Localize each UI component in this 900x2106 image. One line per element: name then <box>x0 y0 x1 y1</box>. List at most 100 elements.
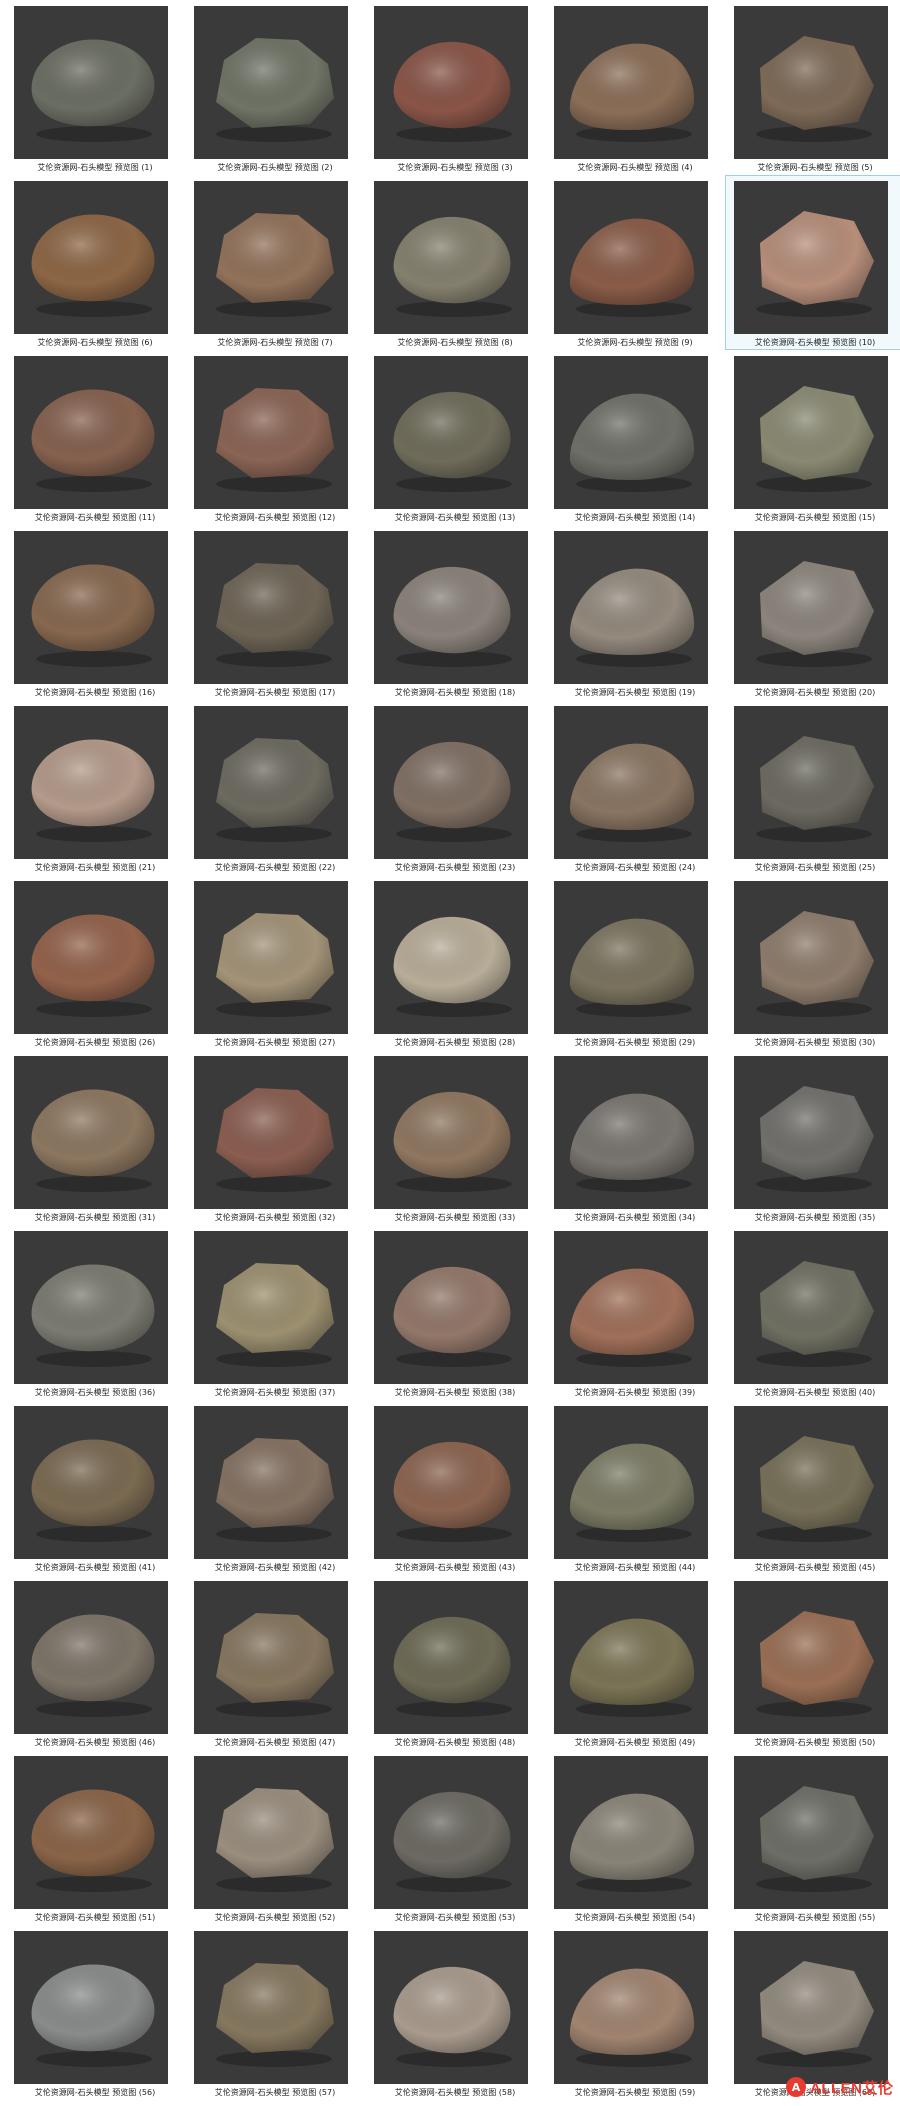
thumbnail-item[interactable]: 艾伦资源网-石头模型 预览图 (43) <box>365 1400 545 1575</box>
thumbnail-caption: 艾伦资源网-石头模型 预览图 (43) <box>394 1563 516 1572</box>
thumbnail-image <box>14 1406 168 1559</box>
thumbnail-item[interactable]: 艾伦资源网-石头模型 预览图 (38) <box>365 1225 545 1400</box>
thumbnail-caption: 艾伦资源网-石头模型 预览图 (55) <box>754 1913 876 1922</box>
thumbnail-item[interactable]: 艾伦资源网-石头模型 预览图 (49) <box>545 1575 725 1750</box>
thumbnail-item[interactable]: 艾伦资源网-石头模型 预览图 (52) <box>185 1750 365 1925</box>
thumbnail-item[interactable]: 艾伦资源网-石头模型 预览图 (15) <box>725 350 900 525</box>
thumbnail-item[interactable]: 艾伦资源网-石头模型 预览图 (14) <box>545 350 725 525</box>
thumbnail-item[interactable]: 艾伦资源网-石头模型 预览图 (56) <box>5 1925 185 2100</box>
thumbnail-item[interactable]: 艾伦资源网-石头模型 预览图 (53) <box>365 1750 545 1925</box>
thumbnail-item[interactable]: 艾伦资源网-石头模型 预览图 (48) <box>365 1575 545 1750</box>
thumbnail-item[interactable]: 艾伦资源网-石头模型 预览图 (3) <box>365 0 545 175</box>
thumbnail-item[interactable]: 艾伦资源网-石头模型 预览图 (24) <box>545 700 725 875</box>
thumbnail-item[interactable]: 艾伦资源网-石头模型 预览图 (42) <box>185 1400 365 1575</box>
thumbnail-caption: 艾伦资源网-石头模型 预览图 (29) <box>574 1038 696 1047</box>
thumbnail-caption: 艾伦资源网-石头模型 预览图 (15) <box>754 513 876 522</box>
thumbnail-item[interactable]: 艾伦资源网-石头模型 预览图 (51) <box>5 1750 185 1925</box>
thumbnail-item[interactable]: 艾伦资源网-石头模型 预览图 (2) <box>185 0 365 175</box>
thumbnail-image <box>374 1056 528 1209</box>
thumbnail-item[interactable]: 艾伦资源网-石头模型 预览图 (10) <box>725 175 900 350</box>
thumbnail-image <box>194 1581 348 1734</box>
thumbnail-item[interactable]: 艾伦资源网-石头模型 预览图 (47) <box>185 1575 365 1750</box>
thumbnail-item[interactable]: 艾伦资源网-石头模型 预览图 (36) <box>5 1225 185 1400</box>
thumbnail-item[interactable]: 艾伦资源网-石头模型 预览图 (26) <box>5 875 185 1050</box>
thumbnail-item[interactable]: 艾伦资源网-石头模型 预览图 (12) <box>185 350 365 525</box>
thumbnail-item[interactable]: 艾伦资源网-石头模型 预览图 (46) <box>5 1575 185 1750</box>
thumbnail-item[interactable]: 艾伦资源网-石头模型 预览图 (39) <box>545 1225 725 1400</box>
thumbnail-image <box>734 181 888 334</box>
thumbnail-item[interactable]: 艾伦资源网-石头模型 预览图 (54) <box>545 1750 725 1925</box>
thumbnail-image <box>734 1581 888 1734</box>
thumbnail-caption: 艾伦资源网-石头模型 预览图 (44) <box>574 1563 696 1572</box>
thumbnail-item[interactable]: 艾伦资源网-石头模型 预览图 (23) <box>365 700 545 875</box>
thumbnail-item[interactable]: 艾伦资源网-石头模型 预览图 (18) <box>365 525 545 700</box>
thumbnail-item[interactable]: 艾伦资源网-石头模型 预览图 (58) <box>365 1925 545 2100</box>
thumbnail-item[interactable]: 艾伦资源网-石头模型 预览图 (22) <box>185 700 365 875</box>
thumbnail-caption: 艾伦资源网-石头模型 预览图 (51) <box>34 1913 156 1922</box>
thumbnail-item[interactable]: 艾伦资源网-石头模型 预览图 (8) <box>365 175 545 350</box>
thumbnail-item[interactable]: 艾伦资源网-石头模型 预览图 (45) <box>725 1400 900 1575</box>
thumbnail-image <box>554 1231 708 1384</box>
thumbnail-image <box>554 1931 708 2084</box>
thumbnail-image <box>374 6 528 159</box>
thumbnail-image <box>554 881 708 1034</box>
thumbnail-item[interactable]: 艾伦资源网-石头模型 预览图 (32) <box>185 1050 365 1225</box>
thumbnail-image <box>734 1931 888 2084</box>
thumbnail-image <box>14 1056 168 1209</box>
thumbnail-caption: 艾伦资源网-石头模型 预览图 (27) <box>214 1038 336 1047</box>
thumbnail-image <box>554 6 708 159</box>
thumbnail-item[interactable]: 艾伦资源网-石头模型 预览图 (31) <box>5 1050 185 1225</box>
thumbnail-item[interactable]: 艾伦资源网-石头模型 预览图 (41) <box>5 1400 185 1575</box>
thumbnail-item[interactable]: 艾伦资源网-石头模型 预览图 (9) <box>545 175 725 350</box>
thumbnail-image <box>734 531 888 684</box>
thumbnail-image <box>194 1231 348 1384</box>
thumbnail-image <box>374 881 528 1034</box>
thumbnail-item[interactable]: 艾伦资源网-石头模型 预览图 (29) <box>545 875 725 1050</box>
thumbnail-item[interactable]: 艾伦资源网-石头模型 预览图 (27) <box>185 875 365 1050</box>
thumbnail-item[interactable]: 艾伦资源网-石头模型 预览图 (16) <box>5 525 185 700</box>
thumbnail-item[interactable]: 艾伦资源网-石头模型 预览图 (20) <box>725 525 900 700</box>
thumbnail-image <box>14 1581 168 1734</box>
thumbnail-image <box>554 1756 708 1909</box>
thumbnail-item[interactable]: 艾伦资源网-石头模型 预览图 (33) <box>365 1050 545 1225</box>
thumbnail-item[interactable]: 艾伦资源网-石头模型 预览图 (19) <box>545 525 725 700</box>
thumbnail-item[interactable]: 艾伦资源网-石头模型 预览图 (40) <box>725 1225 900 1400</box>
thumbnail-item[interactable]: 艾伦资源网-石头模型 预览图 (57) <box>185 1925 365 2100</box>
thumbnail-caption: 艾伦资源网-石头模型 预览图 (11) <box>34 513 156 522</box>
thumbnail-item[interactable]: 艾伦资源网-石头模型 预览图 (5) <box>725 0 900 175</box>
thumbnail-caption: 艾伦资源网-石头模型 预览图 (5) <box>757 163 873 172</box>
thumbnail-item[interactable]: 艾伦资源网-石头模型 预览图 (7) <box>185 175 365 350</box>
thumbnail-item[interactable]: 艾伦资源网-石头模型 预览图 (44) <box>545 1400 725 1575</box>
thumbnail-caption: 艾伦资源网-石头模型 预览图 (16) <box>34 688 156 697</box>
thumbnail-item[interactable]: 艾伦资源网-石头模型 预览图 (30) <box>725 875 900 1050</box>
thumbnail-item[interactable]: 艾伦资源网-石头模型 预览图 (6) <box>5 175 185 350</box>
thumbnail-image <box>374 706 528 859</box>
thumbnail-image <box>194 1406 348 1559</box>
thumbnail-image <box>734 356 888 509</box>
thumbnail-item[interactable]: 艾伦资源网-石头模型 预览图 (21) <box>5 700 185 875</box>
thumbnail-caption: 艾伦资源网-石头模型 预览图 (33) <box>394 1213 516 1222</box>
thumbnail-item[interactable]: 艾伦资源网-石头模型 预览图 (34) <box>545 1050 725 1225</box>
thumbnail-item[interactable]: 艾伦资源网-石头模型 预览图 (25) <box>725 700 900 875</box>
thumbnail-image <box>14 881 168 1034</box>
thumbnail-image <box>194 881 348 1034</box>
thumbnail-image <box>194 181 348 334</box>
thumbnail-item[interactable]: 艾伦资源网-石头模型 预览图 (11) <box>5 350 185 525</box>
thumbnail-item[interactable]: 艾伦资源网-石头模型 预览图 (13) <box>365 350 545 525</box>
thumbnail-caption: 艾伦资源网-石头模型 预览图 (2) <box>217 163 333 172</box>
thumbnail-item[interactable]: 艾伦资源网-石头模型 预览图 (1) <box>5 0 185 175</box>
thumbnail-image <box>374 356 528 509</box>
thumbnail-item[interactable]: 艾伦资源网-石头模型 预览图 (28) <box>365 875 545 1050</box>
thumbnail-item[interactable]: 艾伦资源网-石头模型 预览图 (17) <box>185 525 365 700</box>
thumbnail-caption: 艾伦资源网-石头模型 预览图 (6) <box>37 338 153 347</box>
thumbnail-image <box>194 1931 348 2084</box>
thumbnail-item[interactable]: 艾伦资源网-石头模型 预览图 (50) <box>725 1575 900 1750</box>
thumbnail-caption: 艾伦资源网-石头模型 预览图 (7) <box>217 338 333 347</box>
thumbnail-caption: 艾伦资源网-石头模型 预览图 (34) <box>574 1213 696 1222</box>
thumbnail-item[interactable]: 艾伦资源网-石头模型 预览图 (37) <box>185 1225 365 1400</box>
thumbnail-item[interactable]: 艾伦资源网-石头模型 预览图 (59) <box>545 1925 725 2100</box>
thumbnail-item[interactable]: 艾伦资源网-石头模型 预览图 (35) <box>725 1050 900 1225</box>
thumbnail-item[interactable]: 艾伦资源网-石头模型 预览图 (55) <box>725 1750 900 1925</box>
thumbnail-image <box>14 706 168 859</box>
thumbnail-item[interactable]: 艾伦资源网-石头模型 预览图 (4) <box>545 0 725 175</box>
